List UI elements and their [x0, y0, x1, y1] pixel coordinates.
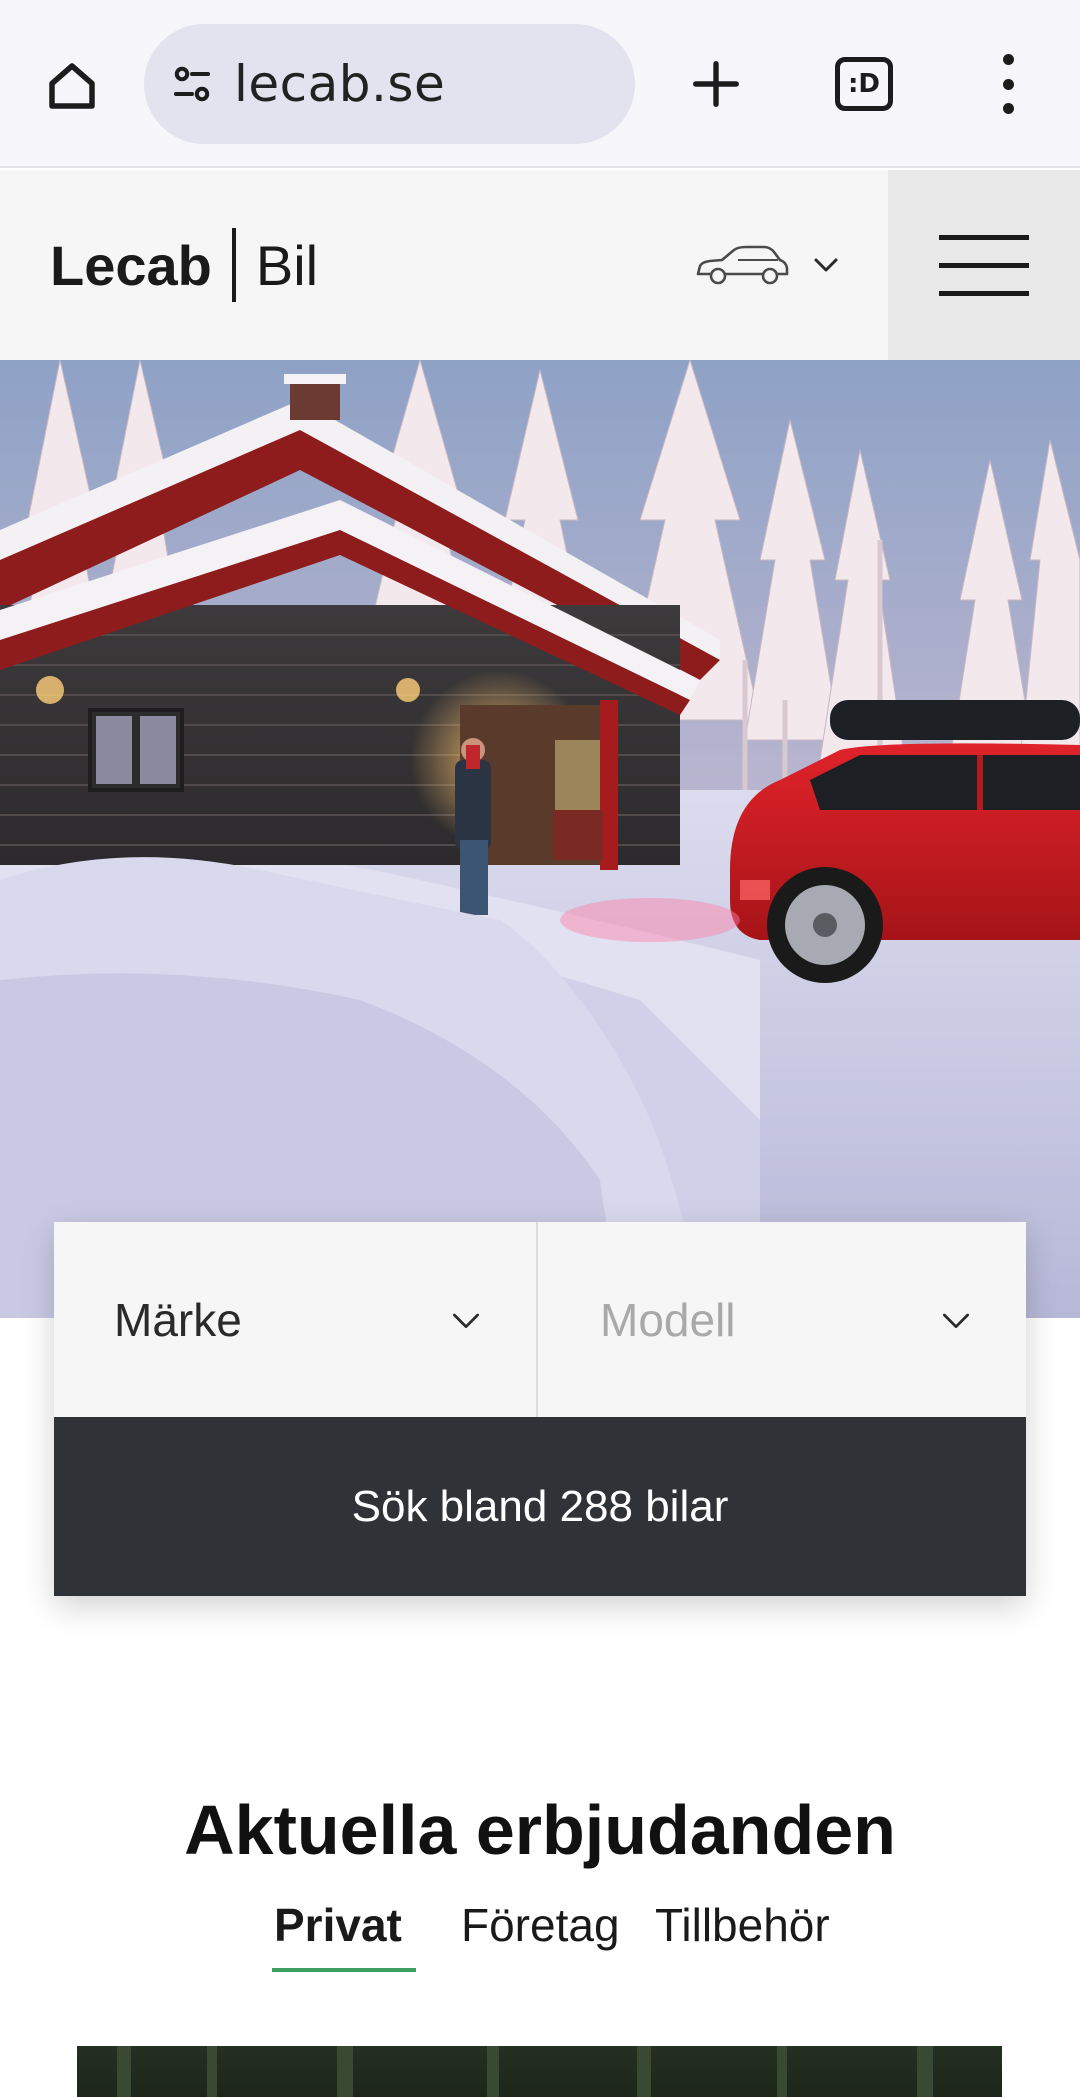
offers-tabs: Privat Företag Tillbehör — [0, 1898, 1080, 1978]
chevron-down-icon — [453, 1313, 479, 1328]
more-options-icon[interactable] — [990, 54, 1026, 114]
tab-switcher-label: :D — [848, 69, 880, 99]
car-icon — [696, 245, 789, 285]
tab-switcher-button[interactable]: :D — [835, 57, 893, 111]
tab-foretag[interactable]: Företag — [461, 1898, 620, 1952]
offers-heading: Aktuella erbjudanden — [184, 1791, 896, 1869]
brand-select[interactable]: Märke — [54, 1222, 538, 1417]
url-text: lecab.se — [234, 55, 446, 113]
site-logo[interactable]: Lecab Bil — [50, 228, 319, 302]
chevron-down-icon — [814, 258, 838, 272]
car-search-form: Märke Modell Sök bland 288 bilar — [54, 1222, 1026, 1596]
hero-image — [0, 360, 1080, 1318]
address-bar[interactable]: lecab.se — [144, 24, 635, 144]
tab-privat[interactable]: Privat — [272, 1898, 416, 1972]
site-settings-icon[interactable] — [164, 56, 220, 112]
model-select-label: Modell — [600, 1293, 736, 1346]
logo-brand: Lecab — [50, 233, 212, 297]
browser-toolbar: lecab.se :D — [0, 0, 1080, 168]
tab-tillbehor[interactable]: Tillbehör — [655, 1898, 830, 1952]
offer-card-image[interactable] — [77, 2046, 1002, 2097]
logo-section: Bil — [255, 233, 319, 297]
model-select[interactable]: Modell — [540, 1222, 1026, 1417]
site-header: Lecab Bil — [0, 170, 1080, 360]
search-cars-button[interactable]: Sök bland 288 bilar — [54, 1417, 1026, 1596]
hamburger-menu-icon[interactable] — [888, 170, 1080, 360]
vehicle-category-selector[interactable] — [692, 232, 852, 298]
new-tab-icon[interactable] — [680, 48, 752, 120]
chevron-down-icon — [943, 1313, 969, 1328]
home-icon[interactable] — [36, 50, 108, 122]
logo-divider — [231, 228, 236, 302]
brand-select-label: Märke — [114, 1293, 242, 1346]
